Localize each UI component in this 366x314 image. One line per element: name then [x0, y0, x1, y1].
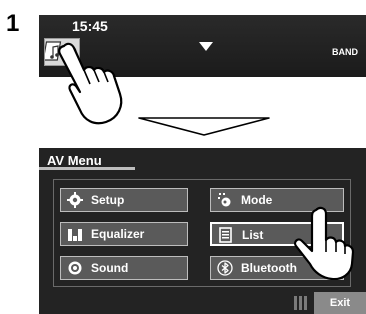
setup-button[interactable]: Setup [60, 188, 188, 212]
chevron-down-icon[interactable] [199, 42, 213, 51]
mode-icon [218, 193, 231, 207]
equalizer-label: Equalizer [91, 227, 145, 241]
mode-label: Mode [241, 193, 273, 207]
sound-label: Sound [91, 261, 129, 275]
step-number: 1 [6, 10, 20, 37]
equalizer-icon [68, 229, 82, 241]
list-icon [219, 227, 232, 243]
pointing-hand-icon-list [294, 206, 355, 280]
equalizer-button[interactable]: Equalizer [60, 222, 188, 246]
exit-button[interactable]: Exit [314, 292, 366, 314]
menu-title: AV Menu [39, 154, 135, 170]
gear-icon [67, 192, 83, 208]
pointing-hand-icon [58, 42, 123, 125]
transition-arrow-icon [138, 117, 270, 136]
bluetooth-icon [217, 260, 233, 276]
page-indicator-icon [294, 296, 307, 310]
sound-icon [68, 261, 82, 275]
sound-button[interactable]: Sound [60, 256, 188, 280]
list-label: List [242, 228, 264, 242]
clock: 15:45 [72, 18, 108, 34]
band-button[interactable]: BAND [332, 47, 358, 57]
setup-label: Setup [91, 193, 125, 207]
